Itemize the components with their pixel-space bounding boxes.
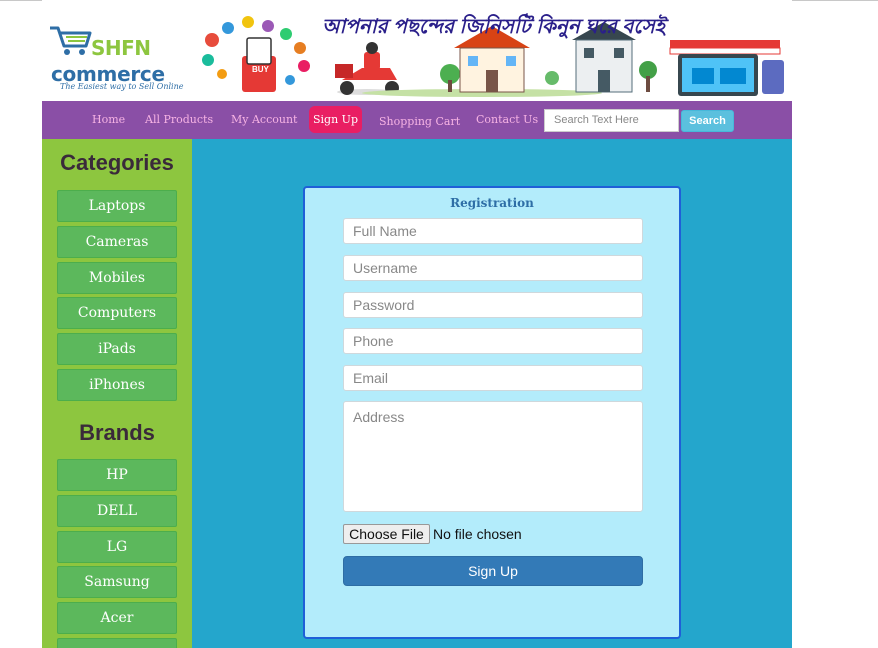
username-field[interactable]: Username [343,255,643,281]
file-status: No file chosen [433,526,522,542]
brand-acer[interactable]: Acer [57,602,177,634]
category-cameras[interactable]: Cameras [57,226,177,258]
nav-all-products[interactable]: All Products [145,113,213,126]
logo-tagline: The Easiest way to Sell Online [60,82,184,91]
full-name-field[interactable]: Full Name [343,218,643,244]
sidebar: Categories Laptops Cameras Mobiles Compu… [42,139,192,648]
registration-title: Registration [450,196,534,210]
banner-slogan: আপনার পছন্দের জিনিসটি কিনুন ঘরে বসেই [322,16,666,38]
choose-file-button[interactable]: Choose File [343,524,430,544]
brand-hp[interactable]: HP [57,459,177,491]
brand-dell[interactable]: DELL [57,495,177,527]
page-container: SHFN commerce The Easiest way to Sell On… [42,0,792,648]
brand-samsung[interactable]: Samsung [57,566,177,598]
category-ipads[interactable]: iPads [57,333,177,365]
search-input[interactable]: Search Text Here [544,109,679,132]
main-nav: Home All Products My Account Sign Up Sho… [42,101,792,139]
nav-my-account[interactable]: My Account [231,113,297,126]
svg-text:BUY: BUY [252,65,270,74]
nav-contact-us[interactable]: Contact Us [476,113,538,126]
address-field[interactable]: Address [343,401,643,512]
nav-home[interactable]: Home [92,113,125,126]
category-laptops[interactable]: Laptops [57,190,177,222]
phone-field[interactable]: Phone [343,328,643,354]
nav-shopping-cart[interactable]: Shopping Cart [379,115,460,128]
brand-next-partial[interactable] [57,638,177,648]
ecommerce-icons-cluster: BUY [202,16,310,92]
nav-sign-up[interactable]: Sign Up [309,106,362,133]
shopping-cart-logo-icon [50,26,92,55]
category-mobiles[interactable]: Mobiles [57,262,177,294]
email-field[interactable]: Email [343,365,643,391]
logo-brand-top: SHFN [91,36,151,60]
sign-up-submit-button[interactable]: Sign Up [343,556,643,586]
delivery-scooter [335,42,399,95]
category-iphones[interactable]: iPhones [57,369,177,401]
password-field[interactable]: Password [343,292,643,318]
site-header: SHFN commerce The Easiest way to Sell On… [42,0,792,101]
registration-form: Registration Full Name Username Password… [303,186,681,639]
brand-lg[interactable]: LG [57,531,177,563]
laptop-store-illustration [669,40,784,96]
search-button[interactable]: Search [681,110,734,132]
categories-heading: Categories [60,150,174,175]
brands-heading: Brands [79,420,155,445]
site-logo[interactable]: SHFN commerce The Easiest way to Sell On… [48,24,184,94]
main-content: Registration Full Name Username Password… [192,139,792,648]
category-computers[interactable]: Computers [57,297,177,329]
